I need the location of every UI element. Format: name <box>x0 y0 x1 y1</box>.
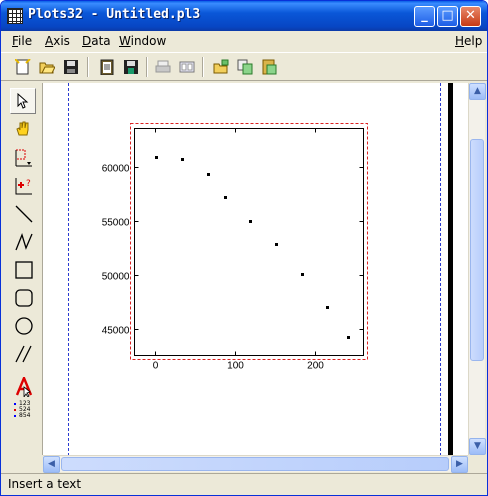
x-tick-label: 100 <box>227 361 244 372</box>
print-button[interactable] <box>151 55 173 77</box>
copy-data-icon <box>237 59 253 75</box>
add-point-icon: ? <box>15 178 32 195</box>
add-point-tool[interactable]: ? <box>10 172 36 198</box>
data-point <box>207 173 210 176</box>
data-table-tool[interactable]: 123 524 854 <box>12 401 38 427</box>
rounded-rect-icon <box>15 289 33 307</box>
y-tick-label: 55000 <box>102 218 130 229</box>
paste-data-button[interactable] <box>257 55 279 77</box>
pan-tool[interactable] <box>10 116 36 142</box>
x-tick-label: 200 <box>307 361 324 372</box>
text-tool[interactable] <box>10 372 36 398</box>
line-tool[interactable] <box>10 200 36 226</box>
clipboard-button[interactable] <box>95 55 117 77</box>
hatch-lines-tool[interactable] <box>10 340 36 366</box>
app-window: Plots32 - Untitled.pl3 _ □ ✕ File Axis D… <box>0 0 488 496</box>
menu-file[interactable]: File <box>12 34 32 48</box>
new-doc-icon <box>15 59 31 75</box>
document-canvas[interactable]: 45000 50000 55000 60000 0 100 200 <box>43 83 468 455</box>
data-point <box>301 273 304 276</box>
menu-window[interactable]: Window <box>119 34 166 48</box>
table-icon-row-3: 854 <box>19 412 31 419</box>
title-bar[interactable]: Plots32 - Untitled.pl3 _ □ ✕ <box>1 1 487 31</box>
clipboard-icon <box>100 59 114 75</box>
data-point <box>347 336 350 339</box>
print-icon <box>155 60 171 73</box>
new-button[interactable] <box>11 55 33 77</box>
pointer-tool[interactable] <box>10 88 36 114</box>
menu-help[interactable]: Help <box>455 34 482 48</box>
polyline-icon <box>15 233 33 251</box>
menu-axis[interactable]: Axis <box>45 34 70 48</box>
pointer-icon <box>17 93 29 109</box>
zoom-rect-tool[interactable] <box>10 144 36 170</box>
main-toolbar <box>1 52 487 81</box>
rectangle-tool[interactable] <box>10 256 36 282</box>
toolbar-separator <box>87 57 89 77</box>
menu-data[interactable]: Data <box>82 34 111 48</box>
scroll-up-button[interactable]: ▲ <box>469 83 486 100</box>
open-data-button[interactable] <box>209 55 231 77</box>
page-edge <box>448 83 453 455</box>
open-folder-icon <box>39 62 55 74</box>
polyline-tool[interactable] <box>10 228 36 254</box>
tool-palette: ? 123 524 854 <box>1 83 43 455</box>
save-disk-icon <box>64 60 78 74</box>
open-data-icon <box>213 59 229 74</box>
scroll-corner <box>468 455 485 472</box>
preview-button[interactable] <box>175 55 197 77</box>
paste-data-icon <box>262 59 277 75</box>
data-point <box>249 220 252 223</box>
open-button[interactable] <box>35 55 57 77</box>
data-point <box>224 196 227 199</box>
data-point <box>155 156 158 159</box>
data-point <box>275 243 278 246</box>
ellipse-icon <box>15 317 33 335</box>
zoom-rect-icon <box>15 149 32 167</box>
window-title: Plots32 - Untitled.pl3 <box>28 7 201 22</box>
y-tick-label: 60000 <box>102 164 130 175</box>
y-tick-label: 45000 <box>102 326 130 337</box>
menu-bar: File Axis Data Window Help <box>1 31 487 51</box>
scroll-down-button[interactable]: ▼ <box>469 438 486 455</box>
close-button[interactable]: ✕ <box>460 6 481 27</box>
save-button[interactable] <box>59 55 81 77</box>
save-as-button[interactable] <box>119 55 141 77</box>
ellipse-tool[interactable] <box>10 312 36 338</box>
hatch-lines-icon <box>15 345 32 363</box>
x-tick-label: 0 <box>153 361 159 372</box>
status-text: Insert a text <box>8 477 82 491</box>
horizontal-scroll-thumb[interactable] <box>61 457 449 471</box>
app-grid-icon[interactable] <box>7 8 23 24</box>
vertical-scrollbar[interactable]: ▲ ▼ <box>468 83 486 455</box>
minimize-button[interactable]: _ <box>414 6 435 27</box>
rectangle-icon <box>15 261 33 279</box>
y-tick-label: 50000 <box>102 272 130 283</box>
plot-area[interactable] <box>134 128 364 356</box>
horizontal-scrollbar[interactable]: ◀ ▶ <box>43 455 468 473</box>
scroll-left-button[interactable]: ◀ <box>43 456 60 473</box>
toolbar-separator <box>146 57 148 77</box>
data-point <box>326 306 329 309</box>
data-point <box>181 158 184 161</box>
status-bar: Insert a text <box>1 473 487 495</box>
svg-text:?: ? <box>26 179 31 189</box>
toolbar-separator <box>202 57 204 77</box>
hand-pan-icon <box>16 121 29 136</box>
copy-data-button[interactable] <box>233 55 255 77</box>
save-as-icon <box>124 60 138 74</box>
page-svg: 45000 50000 55000 60000 0 100 200 <box>68 83 453 455</box>
preview-icon <box>179 61 195 73</box>
line-icon <box>15 205 33 223</box>
maximize-button[interactable]: □ <box>437 6 458 27</box>
scroll-right-button[interactable]: ▶ <box>451 456 468 473</box>
vertical-scroll-thumb[interactable] <box>470 139 484 361</box>
text-tool-icon <box>15 377 33 397</box>
rounded-rect-tool[interactable] <box>10 284 36 310</box>
